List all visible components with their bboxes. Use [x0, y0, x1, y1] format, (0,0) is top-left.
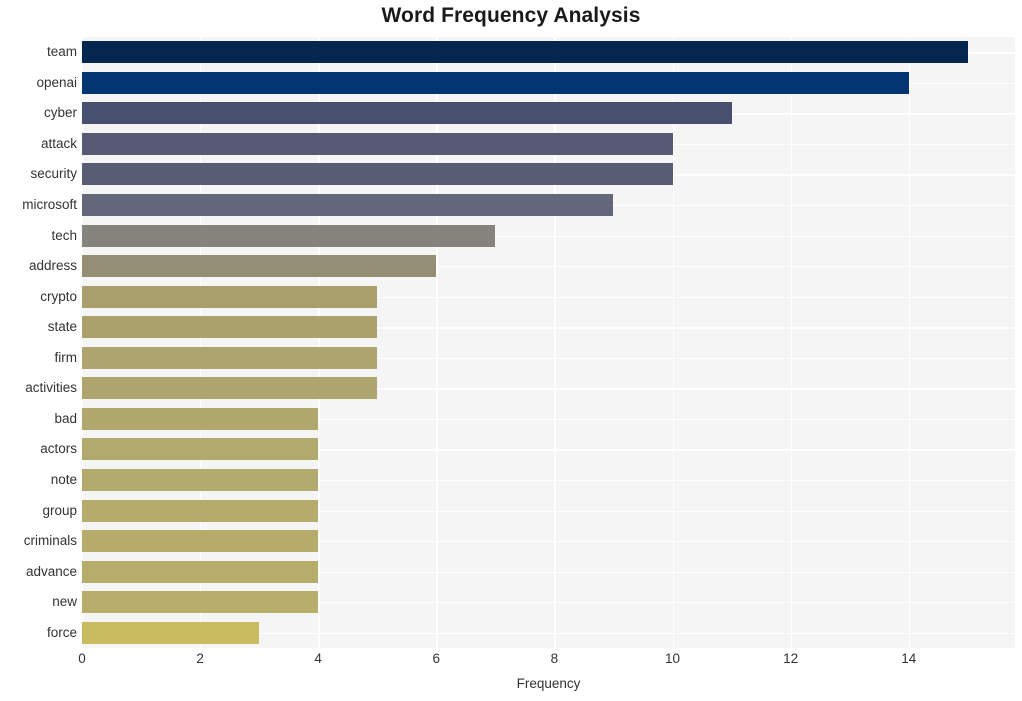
chart-title: Word Frequency Analysis — [381, 4, 641, 27]
gridline-vertical — [672, 37, 674, 648]
bar — [82, 224, 496, 247]
plot-area — [82, 37, 1015, 648]
x-axis-tick-label: 10 — [664, 651, 681, 666]
y-axis-tick-label: advance — [25, 563, 77, 579]
y-axis-tick-label: tech — [51, 227, 77, 243]
bar — [82, 41, 968, 64]
bar — [82, 407, 319, 430]
gridline-vertical — [82, 37, 84, 648]
y-axis-tick-label: address — [28, 258, 77, 274]
gridline-vertical — [908, 37, 911, 648]
bar — [82, 163, 673, 186]
bar — [82, 530, 319, 553]
y-axis-tick-label: new — [52, 594, 77, 610]
y-axis-tick-label: attack — [40, 135, 77, 151]
y-axis-tick-label: security — [30, 166, 77, 182]
x-axis-tick-label: 4 — [314, 651, 322, 666]
bar — [82, 285, 378, 308]
y-axis-tick-label: microsoft — [22, 197, 77, 213]
gridline-vertical — [554, 37, 556, 648]
y-axis-tick-label: force — [46, 624, 77, 640]
y-axis-tick-label: criminals — [23, 533, 77, 549]
gridline-vertical — [436, 37, 438, 648]
y-axis-tick-label: openai — [36, 74, 77, 90]
bar — [82, 102, 732, 125]
bar — [82, 346, 378, 369]
bar — [82, 316, 378, 339]
bar — [82, 499, 319, 522]
y-axis-tick-label: actors — [40, 441, 77, 457]
x-axis-tick-labels: 0 2 4 6 8 10 12 14 — [0, 652, 1022, 672]
bar — [82, 438, 319, 461]
y-axis-tick-label: activities — [25, 380, 77, 396]
x-axis-tick-label: 8 — [550, 651, 559, 666]
chart-figure: Word Frequency Analysis team openai cyber a… — [0, 0, 1022, 701]
bar — [82, 468, 319, 491]
gridline-vertical — [790, 37, 792, 648]
gridline-vertical — [318, 37, 320, 648]
x-axis-tick-label: 6 — [432, 651, 441, 666]
x-axis-tick-label: 2 — [196, 651, 204, 666]
x-axis-tick-label: 12 — [783, 651, 799, 666]
bar — [82, 194, 614, 217]
x-axis-tick-label: 0 — [78, 651, 86, 666]
bar — [82, 71, 909, 94]
bar — [82, 591, 319, 614]
y-axis-tick-label: group — [42, 502, 77, 518]
y-axis-tick-label: bad — [54, 410, 77, 426]
x-axis-title: Frequency — [516, 676, 581, 691]
y-axis-tick-label: state — [47, 319, 77, 335]
y-axis-tick-label: firm — [54, 349, 78, 365]
y-axis-tick-label: note — [50, 471, 77, 487]
y-axis-tick-label: cyber — [43, 105, 77, 121]
y-axis-tick-labels: team openai cyber attack security microsoft te… — [0, 37, 77, 648]
bar — [82, 132, 673, 155]
bar — [82, 377, 378, 400]
bar — [82, 621, 260, 644]
y-axis-tick-label: crypto — [40, 288, 77, 304]
y-axis-tick-label: team — [46, 44, 77, 60]
bar — [82, 255, 437, 278]
bar — [82, 560, 319, 583]
x-axis-tick-label: 14 — [901, 651, 917, 666]
gridline-vertical — [200, 37, 202, 648]
